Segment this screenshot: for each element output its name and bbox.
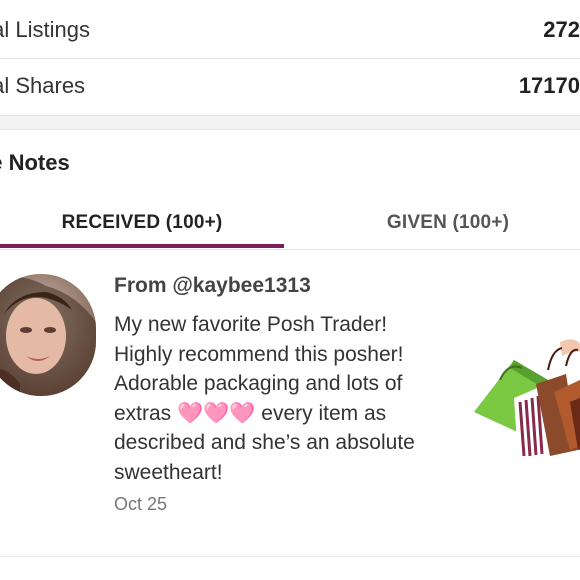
shopping-bags-svg xyxy=(474,339,580,458)
note-body: My new favorite Posh Trader! Highly reco… xyxy=(114,313,415,484)
active-tab-indicator xyxy=(0,244,284,248)
love-notes-tabs: RECEIVED (100+) GIVEN (100+) xyxy=(0,196,580,250)
tab-given[interactable]: GIVEN (100+) xyxy=(300,196,580,250)
tab-received[interactable]: RECEIVED (100+) xyxy=(0,196,284,250)
section-gap xyxy=(0,116,580,130)
avatar[interactable] xyxy=(0,274,96,396)
stat-total-listings: tal Listings 272 xyxy=(0,2,580,58)
note-date: Oct 25 xyxy=(114,494,168,514)
section-gap-border xyxy=(0,129,580,130)
stat-label-shares: tal Shares xyxy=(0,73,86,98)
stat-label-listings: tal Listings xyxy=(0,17,90,42)
closet-stats: tal Listings 272 tal Shares 17170 xyxy=(0,0,580,116)
love-notes-title: ve Notes xyxy=(0,150,70,175)
shopping-bags-icon xyxy=(470,332,580,464)
closet-page: tal Listings 272 tal Shares 17170 ve Not… xyxy=(0,0,580,580)
stat-value-shares: 17170 xyxy=(518,73,580,98)
user-avatar-icon xyxy=(0,274,96,396)
stat-total-shares: tal Shares 17170 xyxy=(0,58,580,114)
stat-value-listings: 272 xyxy=(543,17,580,42)
note-divider xyxy=(0,556,580,557)
note-from[interactable]: From @kaybee1313 xyxy=(114,274,311,298)
